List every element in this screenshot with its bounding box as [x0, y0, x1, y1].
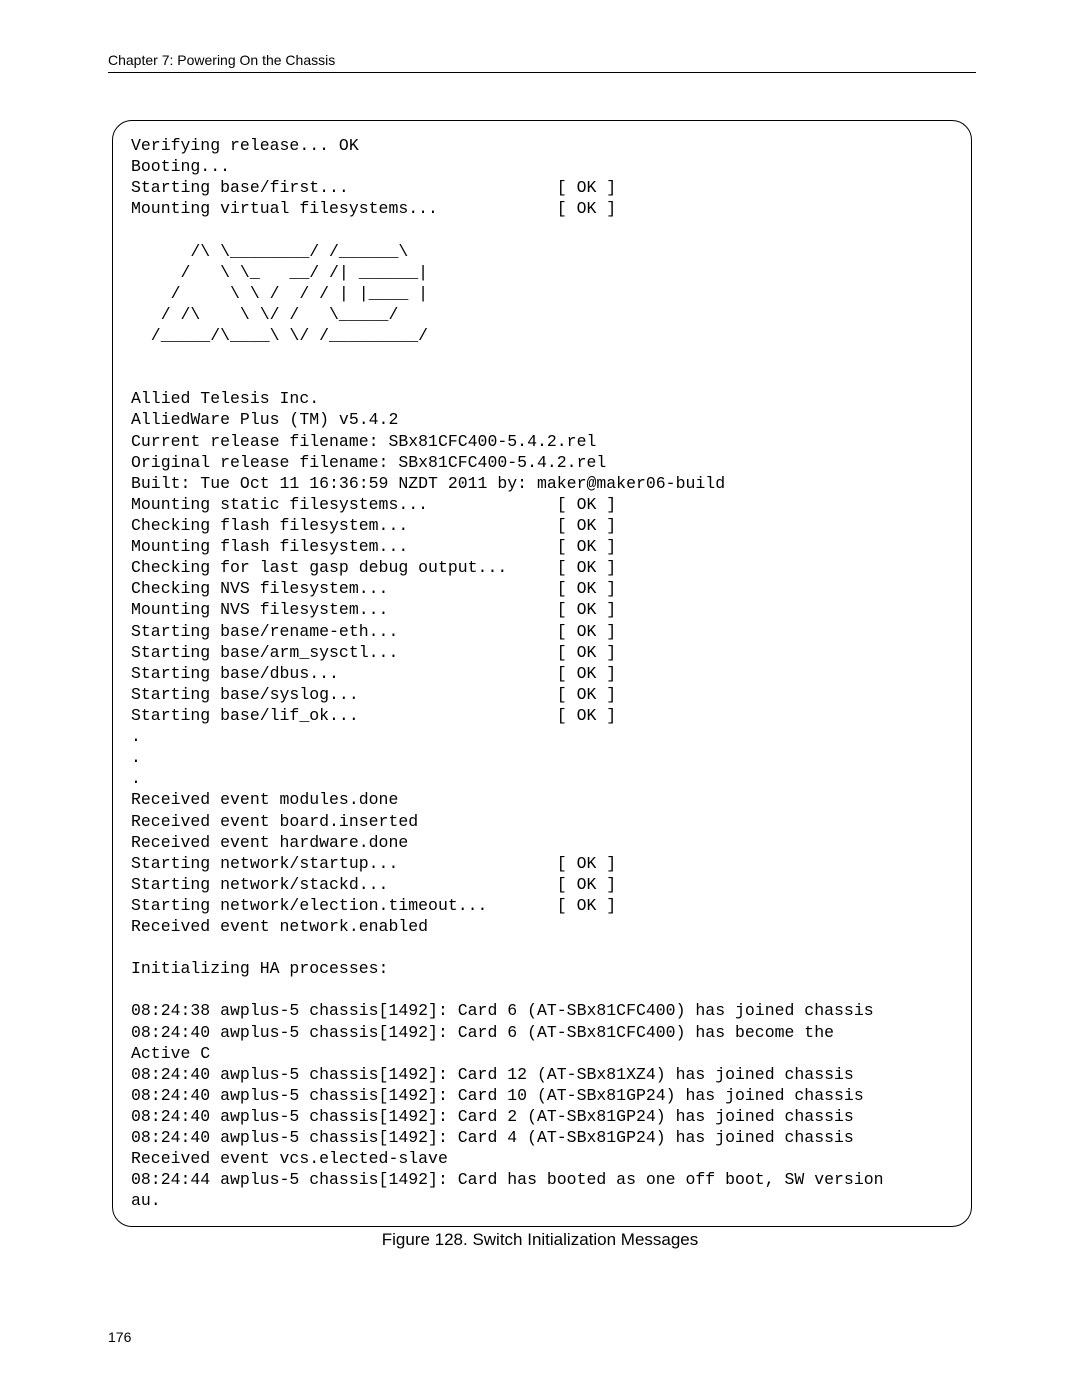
- page-number: 176: [108, 1329, 131, 1345]
- terminal-output: Verifying release... OK Booting... Start…: [131, 135, 953, 1212]
- figure-caption: Figure 128. Switch Initialization Messag…: [0, 1230, 1080, 1250]
- chapter-title: Chapter 7: Powering On the Chassis: [108, 52, 335, 68]
- page-header: Chapter 7: Powering On the Chassis: [108, 52, 335, 68]
- header-underline: [108, 72, 976, 73]
- terminal-output-box: Verifying release... OK Booting... Start…: [112, 120, 972, 1227]
- page-number-text: 176: [108, 1329, 131, 1345]
- figure-caption-text: Figure 128. Switch Initialization Messag…: [382, 1230, 699, 1249]
